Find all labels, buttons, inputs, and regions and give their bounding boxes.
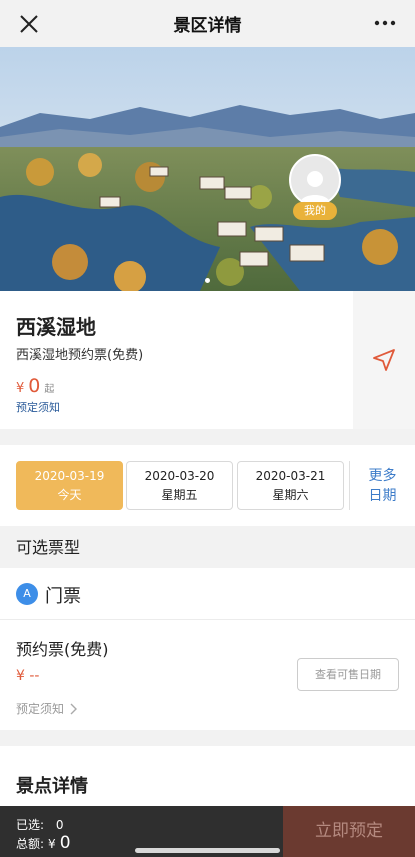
ticket-name: 预约票(免费) (16, 640, 109, 659)
date-weekday: 星期五 (161, 487, 198, 502)
details-title: 景点详情 (16, 776, 88, 797)
book-now-button[interactable]: 立即预定 (283, 806, 415, 857)
carousel-dot (205, 278, 210, 283)
ticket-price: ¥ -- (16, 668, 40, 684)
selected-label: 已选: (16, 818, 45, 832)
navbar: 景区详情 (0, 0, 415, 47)
ticket-notice-link[interactable]: 预定须知 (16, 700, 78, 717)
booking-notice-link[interactable]: 预定须知 (16, 399, 60, 415)
selected-value: 0 (55, 818, 64, 832)
scenic-details-section: 景点详情 (0, 746, 415, 806)
navigate-button[interactable] (353, 291, 415, 429)
more-dates-line2: 日期 (368, 487, 397, 504)
total-amount: 总额: ¥ 0 (16, 833, 71, 853)
scenic-subtitle: 西溪湿地预约票(免费) (16, 348, 144, 363)
scenic-info-card: 西溪湿地 西溪湿地预约票(免费) ¥ 0 起 预定须知 (0, 291, 415, 429)
date-value: 2020-03-21 (255, 468, 326, 483)
date-option-0[interactable]: 2020-03-19 今天 (16, 461, 123, 510)
ticket-category-icon: A (16, 583, 38, 605)
avatar (289, 154, 341, 206)
date-option-2[interactable]: 2020-03-21 星期六 (237, 461, 344, 510)
more-icon[interactable] (373, 12, 397, 34)
ticket-item: 预约票(免费) ¥ -- 预定须知 查看可售日期 (0, 620, 415, 730)
more-dates-button[interactable]: 更多 日期 (349, 461, 415, 510)
my-avatar[interactable]: 我的 (289, 154, 341, 224)
ticket-notice-label: 预定须知 (16, 702, 65, 716)
date-value: 2020-03-20 (144, 468, 215, 483)
scenic-photo (0, 47, 415, 291)
starting-price: ¥ 0 起 (16, 375, 54, 397)
more-dates-line1: 更多 (368, 467, 397, 484)
page-title: 景区详情 (173, 16, 242, 36)
close-icon[interactable] (18, 13, 40, 35)
price-suffix: 起 (44, 384, 55, 395)
ticket-category-label: 门票 (45, 586, 81, 607)
carousel-indicator (0, 278, 415, 286)
ticket-section-title: 可选票型 (0, 527, 415, 568)
user-silhouette-icon (300, 171, 330, 204)
date-value: 2020-03-19 (34, 468, 105, 483)
navigation-arrow-icon (373, 349, 395, 371)
date-weekday: 今天 (57, 487, 82, 502)
scenic-name: 西溪湿地 (16, 315, 96, 339)
date-weekday: 星期六 (272, 487, 309, 502)
date-option-1[interactable]: 2020-03-20 星期五 (126, 461, 233, 510)
date-selector: 2020-03-19 今天 2020-03-20 星期五 2020-03-21 … (0, 445, 415, 526)
avatar-badge: 我的 (293, 202, 337, 220)
selected-count: 已选: 0 (16, 816, 64, 833)
ticket-category: A 门票 (0, 568, 415, 620)
check-available-dates-button[interactable]: 查看可售日期 (297, 658, 399, 691)
price-value: 0 (28, 375, 41, 397)
chevron-right-icon (70, 703, 78, 714)
home-indicator (135, 848, 280, 853)
total-label: 总额: (16, 837, 45, 851)
currency-symbol: ¥ (16, 381, 25, 396)
hero-banner[interactable]: 我的 (0, 47, 415, 291)
total-currency: ¥ (48, 837, 56, 851)
total-value: 0 (59, 833, 71, 853)
